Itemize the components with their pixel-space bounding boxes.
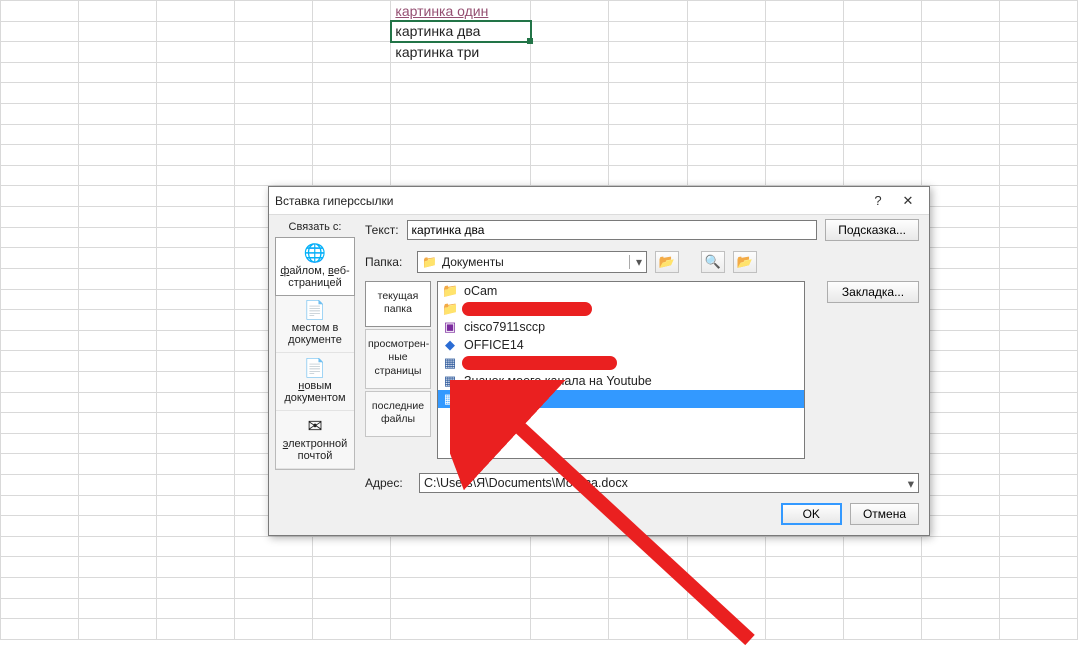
address-label: Адрес: [365, 476, 409, 490]
link-to-email[interactable]: ✉ электронной почтой [276, 411, 354, 469]
bookmark-button[interactable]: Закладка... [827, 281, 919, 303]
list-item[interactable]: 📁 oCam [438, 282, 804, 300]
ok-button[interactable]: OK [781, 503, 842, 525]
browse-web-button[interactable]: 🔍 [701, 251, 725, 273]
list-item[interactable]: 📁 [438, 300, 804, 318]
link-to-new-doc-label: новым документом [284, 380, 345, 404]
link-to-email-label: электронной почтой [283, 438, 348, 462]
folder-label: Папка: [365, 255, 409, 269]
cell-selected[interactable]: картинка два [391, 21, 531, 42]
folder-icon: 📁 [442, 301, 458, 317]
newdoc-icon: 📄 [279, 359, 351, 377]
folder-up-icon: 📂 [659, 254, 675, 270]
redaction [462, 356, 617, 370]
globe-search-icon: 🔍 [705, 254, 721, 270]
list-item-selected[interactable]: ▦ Москва [438, 390, 804, 408]
folder-combo-value: Документы [442, 255, 504, 269]
file-name: Значок моего канала на Youtube [464, 374, 652, 388]
file-name: Москва [464, 392, 507, 406]
browse-file-button[interactable]: 📂 [733, 251, 757, 273]
word-doc-icon: ▦ [442, 373, 458, 389]
folder-combo[interactable]: 📁 Документы ▾ [417, 251, 647, 273]
place-icon: 📄 [279, 301, 351, 319]
address-value: C:\Users\Я\Documents\Москва.docx [424, 476, 628, 490]
folder-icon: 📁 [442, 283, 458, 299]
tab-browsed-pages[interactable]: просмотрен-ные страницы [365, 329, 431, 388]
tab-current-folder[interactable]: текущая папка [365, 281, 431, 327]
insert-hyperlink-dialog: Вставка гиперссылки ? ✕ Связать с: 🌐 фай… [268, 186, 930, 536]
link-to-place-label: местом в документе [288, 322, 342, 346]
list-item[interactable]: ▦ [438, 354, 804, 372]
close-icon[interactable]: ✕ [893, 193, 923, 209]
display-text-input[interactable] [407, 220, 818, 240]
cell-text-3[interactable]: картинка три [391, 42, 531, 63]
list-item[interactable]: ▦ Значок моего канала на Youtube [438, 372, 804, 390]
file-name: cisco7911sccp [464, 320, 545, 334]
redaction [462, 302, 592, 316]
tab-recent-files[interactable]: последние файлы [365, 391, 431, 437]
archive-icon: ▣ [442, 319, 458, 335]
documents-folder-icon: 📁 [422, 255, 437, 269]
screentip-button[interactable]: Подсказка... [825, 219, 919, 241]
link-to-file-web-label: файлом, веб-страницей [280, 265, 349, 289]
shortcut-icon: ◆ [442, 337, 458, 353]
email-icon: ✉ [279, 417, 351, 435]
address-combo[interactable]: C:\Users\Я\Documents\Москва.docx ▾ [419, 473, 919, 493]
list-item[interactable]: ▣ cisco7911sccp [438, 318, 804, 336]
file-name: oCam [464, 284, 497, 298]
word-doc-icon: ▦ [442, 391, 458, 407]
help-icon[interactable]: ? [863, 193, 893, 208]
link-to-place[interactable]: 📄 местом в документе [276, 295, 354, 353]
web-file-icon: 🌐 [279, 244, 351, 262]
chevron-down-icon: ▾ [908, 476, 914, 491]
cell-link-1[interactable]: картинка один [391, 1, 531, 22]
open-folder-icon: 📂 [737, 254, 753, 270]
list-item[interactable]: ◆ OFFICE14 [438, 336, 804, 354]
link-to-new-doc[interactable]: 📄 новым документом [276, 353, 354, 411]
word-doc-icon: ▦ [442, 355, 458, 371]
cancel-button[interactable]: Отмена [850, 503, 919, 525]
chevron-down-icon: ▾ [629, 255, 642, 269]
file-list[interactable]: 📁 oCam 📁 ▣ cisco7911sccp ◆ OFFICE14 ▦ [437, 281, 805, 459]
link-to-file-web[interactable]: 🌐 файлом, веб-страницей [275, 237, 355, 296]
text-label: Текст: [365, 223, 399, 237]
link-with-label: Связать с: [275, 221, 355, 233]
dialog-title: Вставка гиперссылки [275, 194, 863, 208]
folder-up-button[interactable]: 📂 [655, 251, 679, 273]
file-name: OFFICE14 [464, 338, 524, 352]
dialog-titlebar[interactable]: Вставка гиперссылки ? ✕ [269, 187, 929, 215]
